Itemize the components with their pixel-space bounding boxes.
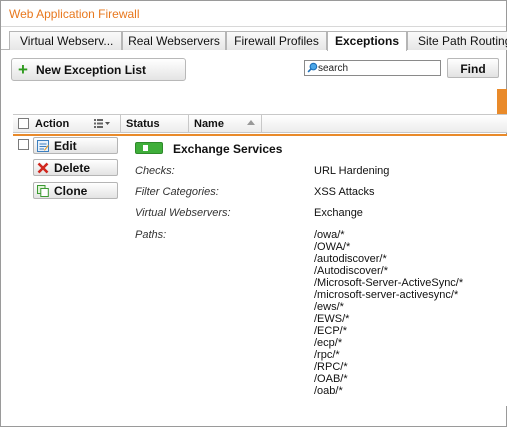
delete-label: Delete: [54, 161, 91, 175]
column-header-name[interactable]: Name: [194, 115, 224, 132]
edit-label: Edit: [54, 139, 77, 153]
delete-icon: [37, 162, 49, 174]
table-row: [13, 136, 507, 406]
search-input[interactable]: [318, 61, 438, 75]
search-field[interactable]: [304, 60, 441, 76]
path-item: /Autodiscover/*: [314, 265, 388, 277]
find-button[interactable]: Find: [447, 58, 499, 78]
column-header-action[interactable]: Action: [35, 115, 69, 132]
title-bar: Web Application Firewall: [1, 1, 506, 27]
checks-label: Checks:: [135, 165, 175, 177]
sort-arrow-icon[interactable]: [247, 120, 255, 125]
new-exception-list-button[interactable]: + New Exception List: [11, 58, 186, 81]
table-header: Action Status Name: [13, 114, 507, 133]
path-item: /microsoft-server-activesync/*: [314, 289, 459, 301]
path-item: /ecp/*: [314, 337, 343, 349]
delete-button[interactable]: Delete: [33, 159, 118, 176]
tab-firewall-profiles[interactable]: Firewall Profiles: [226, 31, 327, 50]
path-item: /rpc/*: [314, 349, 340, 361]
path-item: /owa/*: [314, 229, 345, 241]
clone-icon: [37, 185, 49, 197]
select-all-checkbox[interactable]: [18, 118, 29, 129]
path-item: /autodiscover/*: [314, 253, 387, 265]
column-divider: [261, 115, 262, 132]
edit-button[interactable]: Edit: [33, 137, 118, 154]
path-item: /oab/*: [314, 385, 343, 397]
search-icon: [307, 62, 318, 73]
filter-categories-value: XSS Attacks: [314, 186, 375, 198]
tab-site-path-routing[interactable]: Site Path Routing: [407, 31, 507, 50]
clone-button[interactable]: Clone: [33, 182, 118, 199]
path-item: /Microsoft-Server-ActiveSync/*: [314, 277, 464, 289]
paths-label: Paths:: [135, 229, 167, 241]
tab-real-webservers[interactable]: Real Webservers: [122, 31, 226, 50]
column-header-status[interactable]: Status: [126, 115, 160, 132]
path-item: /RPC/*: [314, 361, 348, 373]
column-menu-icon[interactable]: [93, 118, 111, 129]
row-checkbox[interactable]: [18, 139, 29, 150]
status-toggle[interactable]: [135, 142, 163, 154]
filter-categories-label: Filter Categories:: [135, 186, 219, 198]
column-divider: [120, 115, 121, 132]
edit-icon: [37, 140, 49, 152]
virtual-webservers-label: Virtual Webservers:: [135, 207, 231, 219]
path-item: /ECP/*: [314, 325, 348, 337]
exception-list-name[interactable]: Exchange Services: [173, 142, 282, 156]
new-exception-list-label: New Exception List: [36, 63, 147, 77]
window-title: Web Application Firewall: [9, 7, 140, 21]
path-item: /ews/*: [314, 301, 344, 313]
checks-value: URL Hardening: [314, 165, 390, 177]
tab-virtual-webservers[interactable]: Virtual Webserv...: [9, 31, 122, 50]
tab-exceptions[interactable]: Exceptions: [327, 31, 407, 51]
plus-icon: +: [18, 60, 28, 79]
waf-window: Web Application Firewall Virtual Webserv…: [0, 0, 507, 427]
virtual-webservers-value: Exchange: [314, 207, 363, 219]
status-toggle-knob: [143, 145, 148, 151]
column-divider: [188, 115, 189, 132]
path-item: /OWA/*: [314, 241, 351, 253]
path-item: /OAB/*: [314, 373, 348, 385]
path-item: /EWS/*: [314, 313, 350, 325]
clone-label: Clone: [54, 184, 88, 198]
tab-bar: Virtual Webserv... Real Webservers Firew…: [1, 28, 507, 51]
